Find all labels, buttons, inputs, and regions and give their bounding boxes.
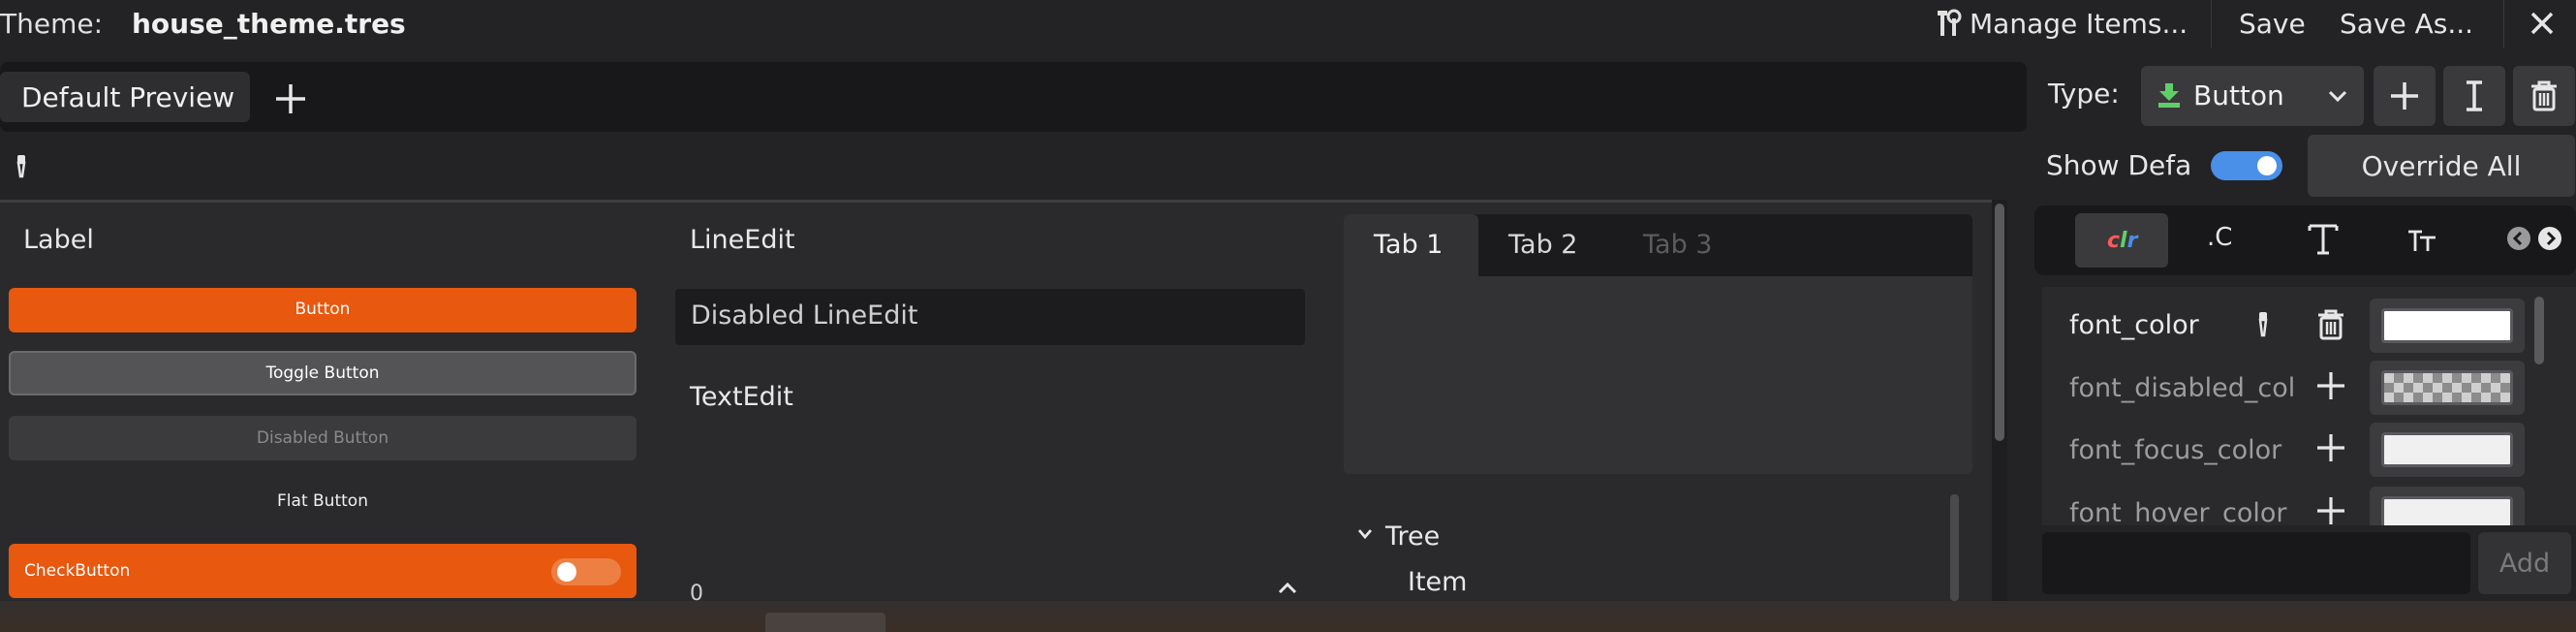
item-name: font_focus_color [2069,435,2282,465]
color-swatch [2381,432,2513,467]
color-icon: clr [2107,229,2138,253]
preview-line-edit[interactable]: LineEdit [690,225,795,255]
plus-icon[interactable] [2315,495,2346,525]
text-cursor-icon [2467,80,2482,111]
scroll-left-button[interactable] [2507,227,2530,250]
plus-icon[interactable] [2315,432,2346,463]
show-default-toggle[interactable] [2211,151,2282,180]
item-name: font_hover_color [2069,498,2287,525]
tab-3-label: Tab 3 [1643,230,1713,260]
trash-icon [2531,80,2557,111]
color-picker-button[interactable] [2370,299,2525,353]
override-all-label: Override All [2361,150,2522,182]
chevron-down-icon [2328,90,2347,103]
type-label: Type: [2048,78,2120,110]
show-default-label: Show Defa [2046,149,2192,181]
add-type-button[interactable] [2374,66,2436,126]
theme-file-name: house_theme.tres [132,8,406,40]
chevron-down-icon[interactable] [1356,527,1374,541]
add-preview-tab-button[interactable] [273,81,308,116]
preview-flat-button-label: Flat Button [277,491,368,511]
manage-items-label: Manage Items... [1970,8,2188,40]
preview-check-button-label: CheckButton [24,561,131,581]
toggle-knob [2257,156,2277,175]
plus-icon [276,84,305,113]
picker-button[interactable] [10,153,33,182]
manage-items-button[interactable]: Manage Items... [1926,0,2188,48]
preview-label: Label [23,225,94,255]
color-swatch [2381,496,2513,525]
save-as-button[interactable]: Save As... [2340,8,2473,40]
edit-icon[interactable] [2253,310,2273,339]
tab-font-sizes[interactable] [2406,224,2437,255]
tab-fonts[interactable] [2308,222,2339,257]
new-item-name-input[interactable] [2042,532,2470,594]
font-icon [2308,224,2339,255]
override-all-button[interactable]: Override All [2308,135,2575,197]
plus-icon[interactable] [2315,370,2346,401]
color-picker-button[interactable] [2370,423,2525,477]
preview-text-edit[interactable]: TextEdit [690,382,793,412]
theme-item-list: font_color font_disabled_col font_focus_… [2042,287,2576,525]
preview-scrollbar-thumb[interactable] [1995,204,2004,441]
preview-button[interactable]: Button [9,288,636,332]
preview-toggle-button-label: Toggle Button [265,363,380,383]
add-item-label: Add [2498,549,2551,579]
chevron-up-icon[interactable] [1277,580,1298,595]
close-icon [2530,12,2554,35]
plus-icon [2391,82,2418,110]
preview-disabled-button-label: Disabled Button [256,428,389,448]
save-button[interactable]: Save [2239,8,2306,40]
item-name: font_disabled_col [2069,373,2296,403]
chevron-right-icon [2546,231,2557,246]
type-select[interactable]: Button [2141,66,2364,126]
bottom-dock-strip [0,601,2576,632]
tab-default-preview-label: Default Preview [21,81,235,113]
tab-colors[interactable]: clr [2075,213,2168,268]
preview-disabled-line-edit: Disabled LineEdit [675,289,1305,345]
tab-2[interactable]: Tab 2 [1478,214,1613,276]
tab-1-label: Tab 1 [1374,230,1443,260]
scroll-right-button[interactable] [2538,227,2561,250]
close-button[interactable] [2525,6,2560,41]
tree-scrollbar[interactable] [1950,494,1959,601]
chevron-left-icon [2512,231,2523,246]
tab-1[interactable]: Tab 1 [1344,214,1478,276]
tab-default-preview[interactable]: Default Preview [0,72,250,122]
color-swatch [2381,308,2513,343]
header-separator [2211,0,2212,48]
tree-root[interactable]: Tree [1385,521,1440,552]
button-type-icon [2158,83,2180,108]
header-separator [2503,0,2504,48]
bottom-panel-tab[interactable] [765,613,885,632]
tools-icon [1938,9,1962,36]
trash-icon[interactable] [2315,308,2346,341]
color-swatch-transparent [2381,370,2513,405]
tab-2-label: Tab 2 [1508,230,1578,260]
add-item-button[interactable]: Add [2478,532,2571,594]
constant-icon[interactable]: .C [2207,223,2232,252]
eyedropper-icon [16,155,26,178]
disabled-line-edit-text: Disabled LineEdit [691,300,918,331]
item-name: font_color [2069,310,2199,340]
rename-type-button[interactable] [2443,66,2505,126]
preview-toggle-button[interactable]: Toggle Button [9,351,636,395]
remove-type-button[interactable] [2513,66,2575,126]
check-button-switch-knob [557,562,576,582]
color-picker-button[interactable] [2370,361,2525,415]
preview-button-label: Button [295,300,351,319]
tab-3: Tab 3 [1613,214,1748,276]
preview-check-button[interactable]: CheckButton [9,544,636,598]
type-select-value: Button [2193,79,2284,111]
color-picker-button[interactable] [2370,487,2525,525]
item-list-scrollbar[interactable] [2534,297,2544,364]
font-size-icon [2408,230,2436,251]
preview-disabled-button: Disabled Button [9,416,636,460]
preview-flat-button[interactable]: Flat Button [9,479,636,523]
theme-label: Theme: [0,8,104,40]
tree-item[interactable]: Item [1408,567,1467,597]
